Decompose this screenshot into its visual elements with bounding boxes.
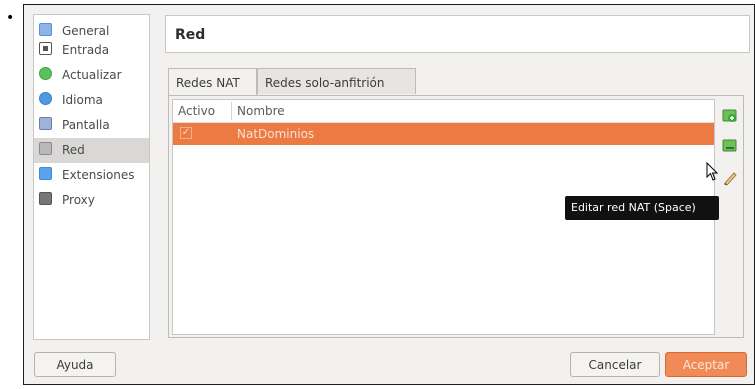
proxy-icon bbox=[39, 192, 52, 205]
active-checkbox[interactable]: ✓ bbox=[180, 127, 192, 139]
table-row[interactable]: ✓ NatDominios bbox=[173, 123, 714, 145]
sidebar-item-red[interactable]: Red bbox=[34, 138, 149, 163]
update-icon bbox=[39, 67, 52, 80]
sidebar-item-label: Entrada bbox=[62, 43, 110, 57]
sidebar-item-label: Proxy bbox=[62, 193, 95, 207]
help-button[interactable]: Ayuda bbox=[34, 352, 116, 377]
sidebar-item-label: Pantalla bbox=[62, 118, 110, 132]
sidebar-item-idioma[interactable]: Idioma bbox=[34, 88, 149, 113]
sidebar-item-label: Actualizar bbox=[62, 68, 122, 82]
display-icon bbox=[39, 117, 52, 130]
input-icon bbox=[39, 42, 52, 55]
column-header-activo[interactable]: Activo bbox=[178, 104, 215, 118]
remove-network-icon[interactable] bbox=[720, 136, 740, 156]
network-name-cell: NatDominios bbox=[237, 127, 315, 141]
edit-network-icon[interactable] bbox=[720, 168, 740, 188]
page-title: Red bbox=[175, 27, 206, 43]
tooltip: Editar red NAT (Space) bbox=[565, 196, 719, 220]
sidebar-item-proxy[interactable]: Proxy bbox=[34, 188, 149, 213]
tab-redes-nat[interactable]: Redes NAT bbox=[168, 68, 257, 96]
mouse-pointer-icon bbox=[706, 162, 719, 181]
sidebar-item-pantalla[interactable]: Pantalla bbox=[34, 113, 149, 138]
sidebar-item-label: Red bbox=[62, 143, 85, 157]
sidebar: General Entrada Actualizar Idioma Pantal… bbox=[33, 14, 150, 340]
sidebar-item-actualizar[interactable]: Actualizar bbox=[34, 63, 149, 88]
tab-redes-solo-anfitrion[interactable]: Redes solo-anfitrión bbox=[257, 68, 416, 94]
column-divider bbox=[231, 102, 232, 120]
sidebar-item-entrada[interactable]: Entrada bbox=[34, 38, 149, 63]
sidebar-item-extensiones[interactable]: Extensiones bbox=[34, 163, 149, 188]
network-icon bbox=[39, 142, 52, 155]
monitor-icon bbox=[39, 23, 52, 36]
list-bullet: • bbox=[6, 10, 15, 26]
add-network-icon[interactable] bbox=[720, 106, 740, 126]
preferences-dialog: General Entrada Actualizar Idioma Pantal… bbox=[23, 4, 755, 385]
column-header-nombre[interactable]: Nombre bbox=[237, 104, 285, 118]
table-header: Activo Nombre bbox=[173, 100, 714, 123]
sidebar-item-label: General bbox=[62, 24, 110, 38]
cancel-button[interactable]: Cancelar bbox=[570, 352, 660, 377]
sidebar-item-label: Idioma bbox=[62, 93, 103, 107]
accept-button[interactable]: Aceptar bbox=[665, 352, 747, 377]
sidebar-item-label: Extensiones bbox=[62, 168, 135, 182]
globe-icon bbox=[39, 92, 52, 105]
page-title-box: Red bbox=[165, 15, 750, 53]
extensions-icon bbox=[39, 167, 52, 180]
